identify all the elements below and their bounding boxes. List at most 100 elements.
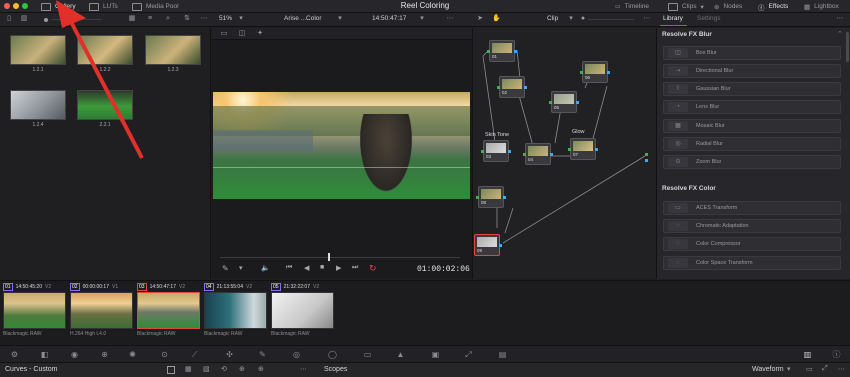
key-icon[interactable]: ▣ [431,350,440,359]
sizing-icon[interactable]: ⤢ [464,350,473,359]
clip-name-chevron-icon[interactable]: ▾ [336,15,344,23]
node-06[interactable]: 06 [580,61,610,83]
color-wheels-icon[interactable]: ◉ [70,350,79,359]
fx-color-space-transform[interactable]: ◌ Color Space Transform [663,256,841,270]
fx-directional-blur[interactable]: ⇢ Directional Blur [663,64,841,78]
hdr-icon[interactable]: ⊙ [160,350,169,359]
node-01[interactable]: 01 [487,40,517,62]
color-picker-icon[interactable]: ✎ [222,264,229,273]
go-to-start-icon[interactable]: ⏮ [286,264,292,272]
image-wipe-icon[interactable]: ▭ [220,30,228,38]
node-07[interactable]: 07 [568,138,598,160]
info-icon[interactable]: ⓘ [832,350,841,359]
effects-toggle[interactable]: ⓕ Effects [758,1,788,12]
rgb-mixer-icon[interactable]: ⊕ [100,350,109,359]
camera-raw-icon[interactable]: ⚙ [10,350,19,359]
settings-tab[interactable]: Settings [697,15,721,22]
clips-toggle[interactable]: Clips ▾ [668,1,704,12]
node-input-pin[interactable] [645,153,648,156]
node-04[interactable]: 04 [523,143,553,165]
curves-mode4-icon[interactable]: ⟲ [221,365,227,373]
nodes-toggle[interactable]: ⊛ Nodes [714,1,742,12]
thumbnail-size-slider[interactable] [44,18,48,22]
curves-mode2-icon[interactable]: ▦ [185,365,192,373]
color-warper-icon[interactable]: ✣ [225,350,234,359]
viewer-options-icon[interactable]: ⋯ [446,15,454,23]
pointer-tool-icon[interactable]: ➤ [476,15,484,23]
split-screen-icon[interactable]: ◫ [238,30,246,38]
curves-mode6-icon[interactable]: ⊕ [258,365,264,373]
lightbox-toggle[interactable]: ▦ Lightbox [804,1,839,12]
fx-gaussian-blur[interactable]: ⌇ Gaussian Blur [663,82,841,96]
node-mode[interactable]: Clip [547,15,558,22]
stop-icon[interactable]: ■ [320,264,324,271]
scope-mode-select[interactable]: Waveform [752,366,784,373]
node-options-icon[interactable]: ⋯ [643,15,651,23]
tracker-icon[interactable]: ◯ [328,350,337,359]
node-05[interactable]: 05 [549,91,579,113]
play-icon[interactable]: ▶ [336,264,341,272]
scopes-icon[interactable]: ▥ [803,350,812,359]
curves-mode-icon[interactable] [167,366,175,374]
clip-thumbnail[interactable] [271,292,334,329]
sidebar-toggle-icon[interactable]: ▯ [5,15,13,23]
curves-icon[interactable]: ⟋ [190,350,199,359]
playhead[interactable] [328,253,330,261]
gallery-still[interactable] [145,35,201,65]
qualifier-icon[interactable]: ✎ [258,350,267,359]
blur-palette-icon[interactable]: ▲ [396,350,405,359]
node-08[interactable]: 08 [476,186,506,208]
zoom-level[interactable]: 51% [219,15,232,22]
search-icon[interactable]: ⌕ [164,15,172,23]
clip-thumbnail[interactable] [3,292,66,329]
timeline-toggle[interactable]: ▭ Timeline [615,1,649,12]
step-back-icon[interactable]: ◀ [304,264,309,272]
scope-mode-chevron-icon[interactable]: ▾ [787,365,791,373]
fx-mosaic-blur[interactable]: ▦ Mosaic Blur [663,119,841,133]
more-options-icon[interactable]: ⋯ [200,15,208,23]
clip-thumbnail[interactable] [70,292,133,329]
3d-icon[interactable]: ▤ [498,350,507,359]
clip-thumbnail-selected[interactable] [137,292,200,329]
collapse-blur-icon[interactable]: ⌃ [837,30,843,38]
timecode-chevron-icon[interactable]: ▾ [418,15,426,23]
zoom-chevron-icon[interactable]: ▾ [237,15,245,23]
go-to-end-icon[interactable]: ⏭ [352,264,358,272]
fx-chromatic-adaptation[interactable]: ◌ Chromatic Adaptation [663,219,841,233]
node-slider-icon[interactable]: ● [579,15,587,23]
library-options-icon[interactable]: ⋯ [836,15,844,23]
color-match-icon[interactable]: ◧ [40,350,49,359]
fx-zoom-blur[interactable]: ⊙ Zoom Blur [663,155,841,169]
loop-icon[interactable]: ↻ [369,263,377,274]
library-scrollbar[interactable] [846,32,849,62]
window-icon[interactable]: ◎ [292,350,301,359]
sort-icon[interactable]: ⇅ [183,15,191,23]
library-tab[interactable]: Library [663,15,683,22]
node-03[interactable]: 03 [481,140,511,162]
node-02[interactable]: 02 [497,76,527,98]
fx-radial-blur[interactable]: ◎ Radial Blur [663,137,841,151]
curves-mode3-icon[interactable]: ▧ [203,365,210,373]
scope-options-icon[interactable]: ⋯ [838,365,845,373]
volume-icon[interactable]: 🔈 [261,264,270,272]
curves-panel-title: Curves - Custom [5,366,58,373]
split-icon[interactable]: ▥ [20,15,28,23]
node-output-pin[interactable] [645,159,648,162]
fx-aces-transform[interactable]: ▭ ACES Transform [663,201,841,215]
scope-layout-icon[interactable]: ▭ [806,365,813,373]
node-mode-chevron-icon[interactable]: ▾ [567,15,575,23]
clip-thumbnail[interactable] [204,292,267,329]
node-09[interactable]: 09 [474,234,502,256]
fx-box-blur[interactable]: ◫ Box Blur [663,46,841,60]
motion-effects-icon[interactable]: ✺ [128,350,137,359]
hand-tool-icon[interactable]: ✋ [492,15,501,23]
source-timecode: 14:50:47:17 [372,15,407,22]
fx-color-compressor[interactable]: ◌ Color Compressor [663,237,841,251]
picker-chevron-icon[interactable]: ▾ [239,264,243,272]
highlight-icon[interactable]: ✦ [256,30,264,38]
fx-lens-blur[interactable]: ◔ Lens Blur [663,100,841,114]
scope-expand-icon[interactable]: ⤢ [822,365,828,373]
curves-mode5-icon[interactable]: ⊕ [239,365,245,373]
magic-mask-icon[interactable]: ▭ [363,350,372,359]
curves-options-icon[interactable]: ⋯ [300,365,307,373]
